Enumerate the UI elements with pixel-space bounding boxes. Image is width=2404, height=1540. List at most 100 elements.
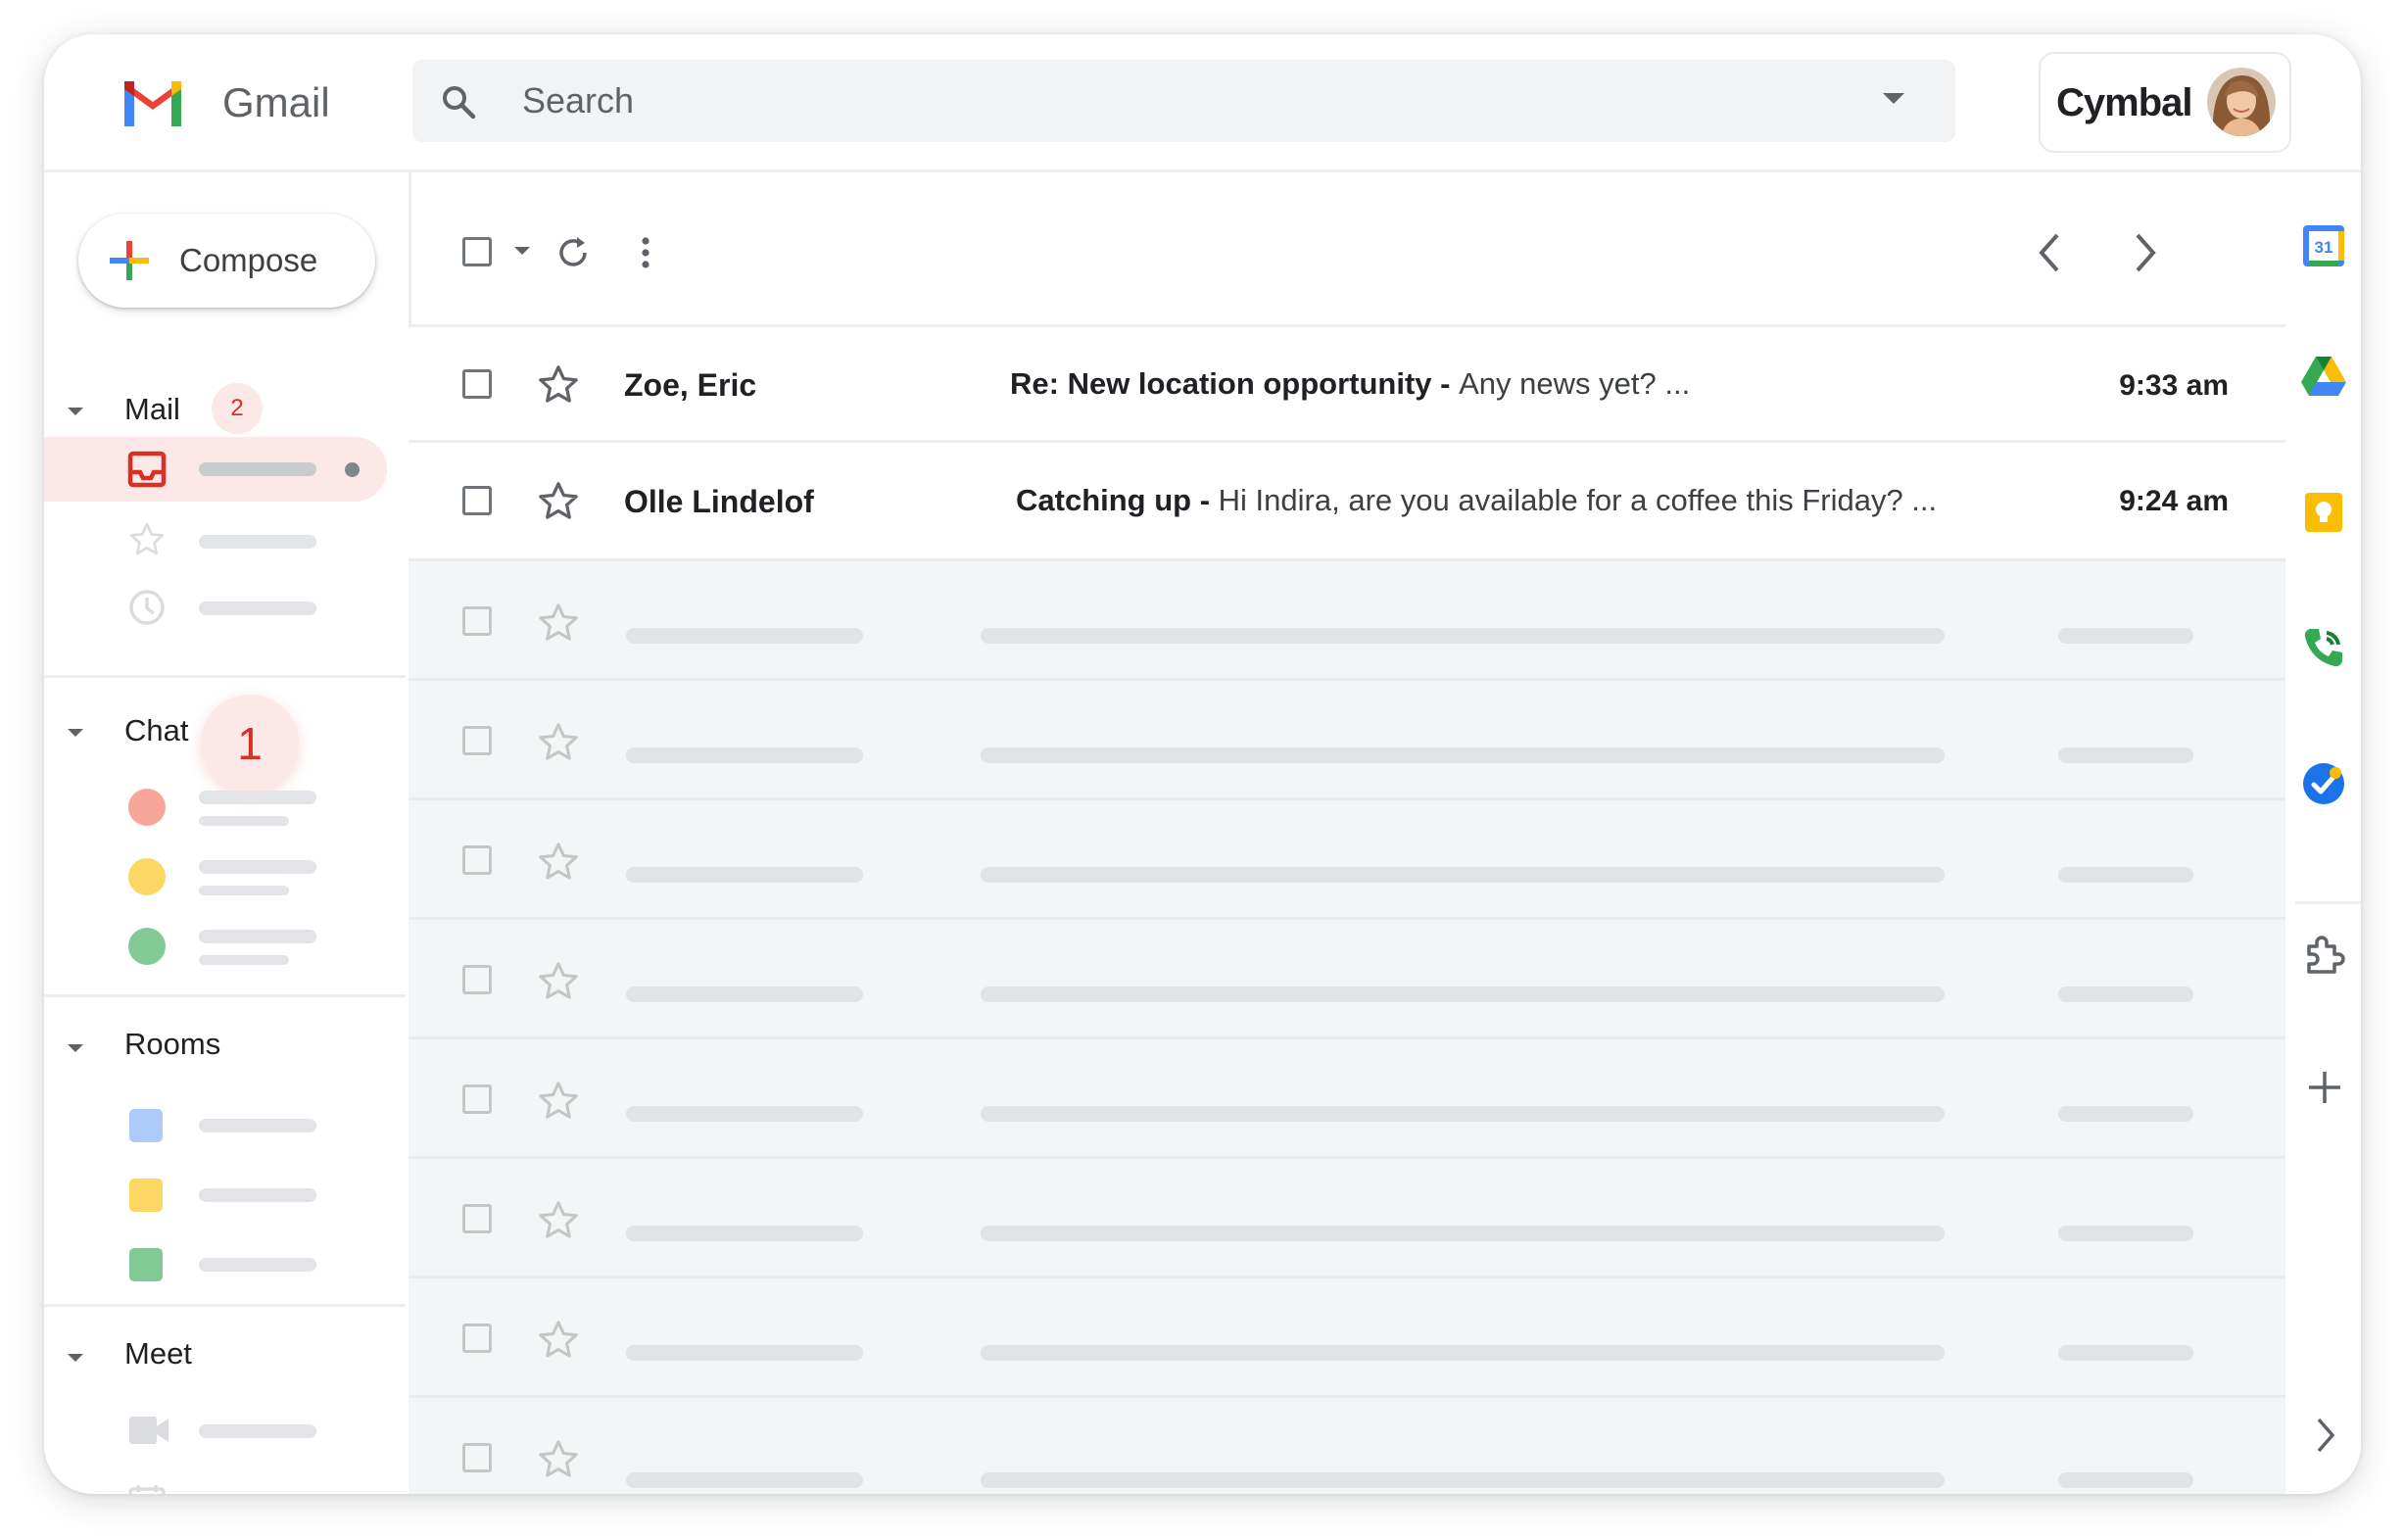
subject-placeholder [981, 1226, 1945, 1241]
row-checkbox[interactable] [462, 369, 492, 399]
chat-contact-avatar[interactable] [128, 789, 166, 826]
search-icon[interactable] [440, 83, 477, 120]
search-options-caret-icon[interactable] [1883, 93, 1904, 104]
list-toolbar [409, 172, 2285, 324]
account-switcher[interactable]: Cymbal [2039, 52, 2291, 153]
time-placeholder [2058, 867, 2193, 883]
subject-separator: - [1431, 366, 1460, 401]
compose-button[interactable]: Compose [78, 214, 375, 308]
row-checkbox [462, 1084, 492, 1114]
email-row[interactable]: Zoe, Eric Re: New location opportunity -… [409, 324, 2285, 443]
inbox-label-placeholder [199, 462, 316, 476]
placeholder-row [409, 1275, 2285, 1398]
chat-preview-placeholder [199, 816, 289, 826]
time-placeholder [2058, 747, 2193, 763]
rooms-collapse-caret-icon[interactable] [68, 1044, 83, 1052]
mail-collapse-caret-icon[interactable] [68, 408, 83, 415]
placeholder-row [409, 558, 2285, 681]
time-placeholder [2058, 987, 2193, 1002]
star-icon [539, 1440, 578, 1477]
room-icon[interactable] [129, 1248, 163, 1281]
expand-chevron-icon[interactable] [2311, 1416, 2338, 1455]
email-snippet: Hi Indira, are you available for a coffe… [1218, 483, 1938, 517]
add-ons-puzzle-icon[interactable] [2303, 933, 2346, 976]
refresh-icon[interactable] [553, 233, 593, 272]
inbox-icon [127, 451, 167, 488]
room-name-placeholder [199, 1258, 316, 1272]
message-list: Zoe, Eric Re: New location opportunity -… [409, 172, 2285, 1494]
time-placeholder [2058, 1472, 2193, 1488]
room-name-placeholder [199, 1119, 316, 1132]
brand-logo: Cymbal [2056, 81, 2192, 124]
placeholder-row [409, 1395, 2285, 1494]
meet-section-title[interactable]: Meet [124, 1334, 192, 1373]
time-placeholder [2058, 628, 2193, 644]
google-calendar-icon[interactable]: 31 [2301, 223, 2346, 268]
sender-placeholder [626, 1345, 863, 1361]
time-placeholder [2058, 1106, 2193, 1122]
snoozed-label-placeholder [199, 602, 316, 615]
select-options-caret-icon[interactable] [514, 247, 530, 255]
subject-placeholder [981, 1106, 1945, 1122]
next-page-icon[interactable] [2128, 231, 2161, 274]
sender-placeholder [626, 1226, 863, 1241]
video-camera-icon[interactable] [127, 1413, 170, 1448]
star-icon [539, 603, 578, 641]
email-subject: Catching up [1016, 483, 1192, 517]
star-icon [539, 1082, 578, 1119]
search-input[interactable]: Search [522, 60, 634, 142]
add-icon[interactable] [2307, 1070, 2342, 1105]
chat-contact-avatar[interactable] [128, 858, 166, 895]
email-preview: Catching up - Hi Indira, are you availab… [1016, 481, 1937, 520]
mail-section-title[interactable]: Mail [124, 390, 180, 429]
email-subject: Re: New location opportunity [1010, 366, 1432, 401]
previous-page-icon[interactable] [2034, 231, 2067, 274]
google-voice-icon[interactable] [2301, 625, 2346, 670]
rail-divider [2295, 901, 2361, 904]
room-icon[interactable] [129, 1109, 163, 1142]
email-snippet: Any news yet? ... [1459, 366, 1691, 401]
clock-icon [129, 590, 165, 625]
email-time: 9:24 am [2119, 485, 2229, 517]
sender-placeholder [626, 867, 863, 883]
star-icon[interactable] [536, 362, 581, 408]
left-navigation: Compose Mail 2 Chat 1 Rooms Meet [44, 172, 411, 1494]
google-tasks-icon[interactable] [2301, 761, 2346, 806]
sender-placeholder [626, 1106, 863, 1122]
select-all-checkbox[interactable] [462, 237, 492, 266]
row-checkbox [462, 1443, 492, 1472]
more-options-icon[interactable] [636, 233, 655, 272]
subject-separator: - [1191, 483, 1219, 517]
calendar-icon[interactable] [127, 1483, 167, 1494]
row-checkbox [462, 606, 492, 636]
email-row[interactable]: Olle Lindelof Catching up - Hi Indira, a… [409, 440, 2285, 561]
star-icon[interactable] [536, 479, 581, 524]
row-checkbox [462, 726, 492, 755]
time-placeholder [2058, 1226, 2193, 1241]
mail-unread-badge: 2 [212, 383, 263, 434]
chat-collapse-caret-icon[interactable] [68, 729, 83, 737]
chat-contact-avatar[interactable] [128, 928, 166, 965]
row-checkbox[interactable] [462, 486, 492, 515]
room-icon[interactable] [129, 1179, 163, 1212]
unread-dot [345, 462, 360, 477]
row-checkbox [462, 1323, 492, 1353]
google-keep-icon[interactable] [2303, 491, 2344, 534]
star-icon [539, 1321, 578, 1358]
section-divider [44, 1304, 406, 1307]
email-time: 9:33 am [2119, 369, 2229, 402]
avatar[interactable] [2207, 68, 2276, 136]
search-bar[interactable]: Search [412, 60, 1955, 142]
email-preview: Re: New location opportunity - Any news … [1010, 364, 1690, 404]
chat-section-title[interactable]: Chat [124, 711, 188, 750]
chat-name-placeholder [199, 930, 316, 943]
row-checkbox [462, 1204, 492, 1233]
gmail-window: Gmail Search Cymbal Compose Mail 2 Chat … [44, 34, 2361, 1494]
starred-label-placeholder [199, 535, 316, 549]
meet-collapse-caret-icon[interactable] [68, 1354, 83, 1362]
rooms-section-title[interactable]: Rooms [124, 1025, 220, 1064]
google-drive-icon[interactable] [2299, 355, 2348, 398]
gmail-logo-icon[interactable] [120, 77, 185, 128]
chat-preview-placeholder [199, 955, 289, 965]
plus-icon [110, 241, 149, 280]
